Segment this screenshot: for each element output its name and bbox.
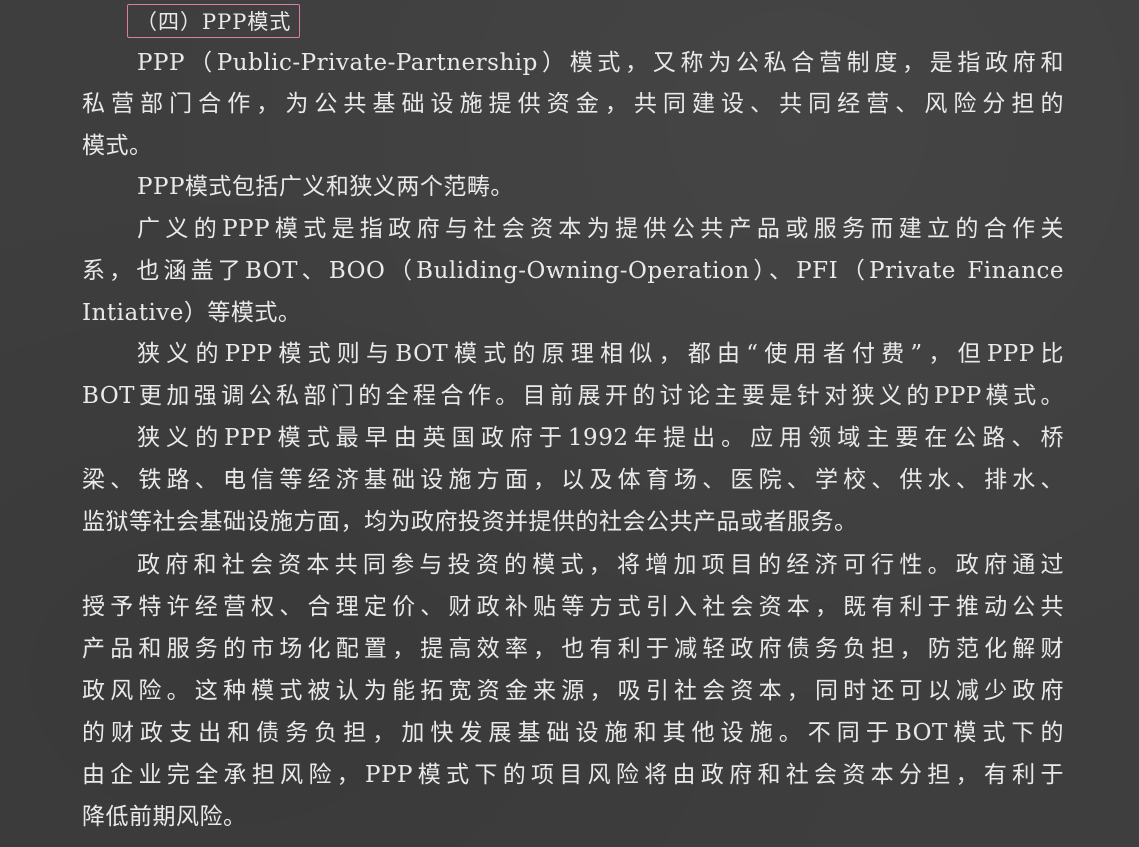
text-line: 梁、铁路、电信等经济基础设施方面，以及体育场、医院、学校、供水、排水、 — [82, 467, 1064, 493]
text-line: 由企业完全承担风险，PPP模式下的项目风险将由政府和社会资本分担，有利于 — [82, 762, 1064, 788]
text-line: 私营部门合作，为公共基础设施提供资金，共同建设、共同经营、风险分担的 — [82, 91, 1064, 117]
text-line: PPP模式包括广义和狭义两个范畴。 — [137, 174, 514, 200]
text-line: 监狱等社会基础设施方面，均为政府投资并提供的社会公共产品或者服务。 — [82, 509, 858, 535]
section-heading: （四）PPP模式 — [127, 4, 301, 38]
text-line: PPP（Public-Private-Partnership）模式，又称为公私合… — [137, 50, 1064, 76]
text-line: 政府和社会资本共同参与投资的模式，将增加项目的经济可行性。政府通过 — [137, 552, 1064, 578]
text-line: 模式。 — [82, 133, 153, 159]
text-line: Intiative）等模式。 — [82, 300, 302, 326]
text-line: 产品和服务的市场化配置，提高效率，也有利于减轻政府债务负担，防范化解财 — [82, 636, 1064, 662]
text-line: 广义的PPP模式是指政府与社会资本为提供公共产品或服务而建立的合作关 — [137, 216, 1064, 242]
text-line: 系，也涵盖了BOT、BOO（Buliding-Owning-Operation）… — [82, 258, 1064, 284]
text-line: 授予特许经营权、合理定价、财政补贴等方式引入社会资本，既有利于推动公共 — [82, 594, 1064, 620]
text-line: 狭义的PPP模式最早由英国政府于1992年提出。应用领域主要在公路、桥 — [137, 425, 1064, 451]
text-line: 政风险。这种模式被认为能拓宽资金来源，吸引社会资本，同时还可以减少政府 — [82, 678, 1064, 704]
text-line: BOT更加强调公私部门的全程合作。目前展开的讨论主要是针对狭义的PPP模式。 — [82, 383, 1064, 409]
text-line: 降低前期风险。 — [82, 804, 247, 830]
text-line: 狭义的PPP模式则与BOT模式的原理相似，都由“使用者付费”，但PPP比 — [137, 341, 1064, 367]
document-page: （四）PPP模式 PPP（Public-Private-Partnership）… — [0, 0, 1139, 847]
text-line: 的财政支出和债务负担，加快发展基础设施和其他设施。不同于BOT模式下的 — [82, 720, 1064, 746]
